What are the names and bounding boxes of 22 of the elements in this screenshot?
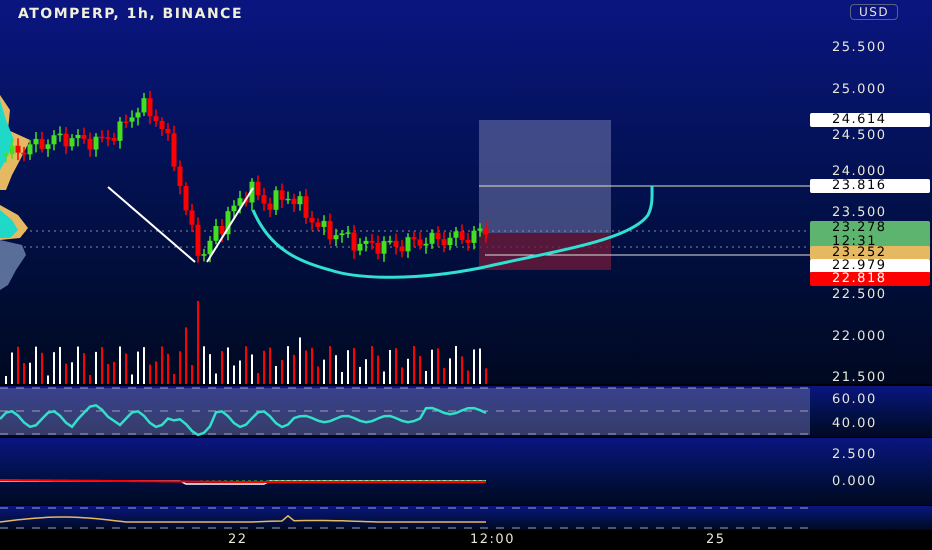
- time-axis-label: 12:00: [470, 533, 515, 546]
- indicator-tick-label: 0.000: [832, 475, 877, 488]
- price-tick-label: 25.000: [832, 83, 886, 96]
- price-tick-label: 25.500: [832, 41, 886, 54]
- price-tick-label: 23.500: [832, 206, 886, 219]
- price-tick-label: 22.000: [832, 330, 886, 343]
- symbol-title: ATOMPERP, 1h, BINANCE: [18, 5, 244, 24]
- price-value: 22.818: [832, 272, 888, 286]
- price-value: 24.614: [832, 113, 888, 127]
- price-tick-label: 21.500: [832, 371, 886, 384]
- price-tick-label: 24.000: [832, 165, 886, 178]
- indicator-tick-label: 2.500: [832, 448, 877, 461]
- price-value: 22.979: [832, 259, 888, 273]
- currency-badge[interactable]: USD: [850, 4, 898, 20]
- time-axis-label: 25: [706, 533, 726, 546]
- indicator-tick-label: 40.00: [832, 417, 877, 430]
- indicator-tick-label: 60.00: [832, 393, 877, 406]
- price-value: 23.816: [832, 179, 888, 193]
- price-tick-label: 22.500: [832, 288, 886, 301]
- price-tick-label: 24.500: [832, 129, 886, 142]
- price-value: 23.278: [832, 221, 888, 235]
- time-axis-label: 22: [228, 533, 248, 546]
